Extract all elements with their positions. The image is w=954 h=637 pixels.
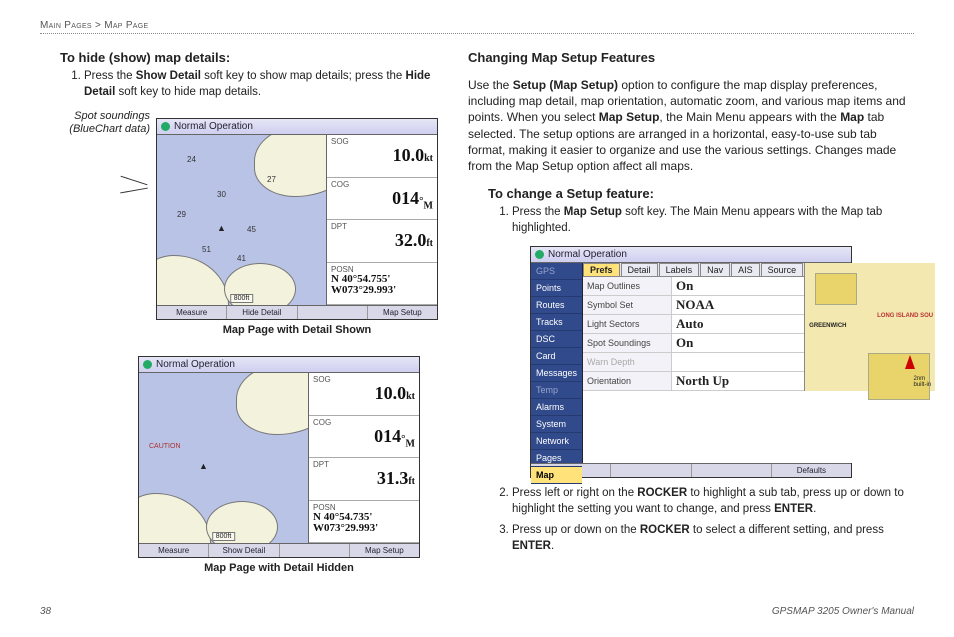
callout-arrow [120,176,150,226]
subtab-detail[interactable]: Detail [621,263,658,276]
sidebar-item[interactable]: Routes [531,297,582,314]
sidebar-item[interactable]: Temp [531,382,582,399]
manual-title: GPSMAP 3205 Owner's Manual [772,606,914,617]
dpt-value: 32.0 [395,230,427,250]
softkey-map-setup[interactable]: Map Setup [368,306,437,319]
posn-lat: N 40°54.755' [331,274,433,285]
hide-show-steps: Press the Show Detail soft key to show m… [84,69,438,100]
status-dot-icon [535,250,544,259]
setting-key: Light Sectors [583,315,672,333]
sidebar-item[interactable]: System [531,416,582,433]
subtab-ais[interactable]: AIS [731,263,760,276]
subtab-labels[interactable]: Labels [659,263,700,276]
setting-value[interactable]: On [672,277,804,295]
map-setup-screenshot: Normal Operation GPS Points Routes Track… [530,246,852,478]
preview-label: GREENWICH [809,323,846,329]
sidebar-item[interactable]: Points [531,280,582,297]
setting-key: Orientation [583,372,672,390]
softkey-show-detail[interactable]: Show Detail [209,544,279,557]
softkey-blank [531,464,611,477]
setting-value[interactable]: Auto [672,315,804,333]
setting-key: Spot Soundings [583,334,672,352]
sog-value: 10.0 [375,383,407,403]
fig2-caption: Map Page with Detail Hidden [120,562,438,574]
compass-icon [905,355,915,369]
softkey-defaults[interactable]: Defaults [772,464,851,477]
softkey-blank [611,464,691,477]
softkey-blank [692,464,772,477]
softkey-measure[interactable]: Measure [157,306,227,319]
setting-value [672,353,804,371]
map-canvas: 24 30 45 51 29 27 41 ▲ 800ft [157,135,326,305]
intro-paragraph: Use the Setup (Map Setup) option to conf… [468,77,914,174]
subtab-source[interactable]: Source [761,263,804,276]
dpt-unit: ft [426,238,433,249]
to-change-setup-heading: To change a Setup feature: [488,186,914,201]
sog-unit: kt [424,153,433,164]
posn-lon: W073°29.993' [331,285,433,296]
cog-unit: M [406,438,415,449]
frame-title: Normal Operation [548,249,627,260]
sog-value: 10.0 [393,145,425,165]
txt: (BlueChart data) [40,123,150,136]
setting-value[interactable]: North Up [672,372,804,390]
data-panel: SOG10.0kt COG014°M DPT31.3ft POSNN 40°54… [308,373,419,543]
softkey-blank [280,544,350,557]
hide-show-heading: To hide (show) map details: [60,50,438,65]
setting-value[interactable]: NOAA [672,296,804,314]
sidebar-item[interactable]: DSC [531,331,582,348]
page-footer: 38 GPSMAP 3205 Owner's Manual [40,606,914,617]
txt: Press the [84,70,136,82]
txt: Spot soundings [40,110,150,123]
subtab-nav[interactable]: Nav [700,263,730,276]
softkey-blank [298,306,368,319]
txt: soft key to hide map details. [115,86,261,98]
setting-key: Map Outlines [583,277,672,295]
posn-lon: W073°29.993' [313,523,415,534]
posn-lat: N 40°54.735' [313,512,415,523]
softkey-map-setup[interactable]: Map Setup [350,544,419,557]
map-page-detail-hidden: Normal Operation ▲ CAUTION 800ft SOG10.0… [138,356,420,558]
sidebar-item[interactable]: Messages [531,365,582,382]
subtab-bar: Prefs Detail Labels Nav AIS Source [583,263,804,277]
breadcrumb: Main Pages > Map Page [40,20,914,34]
data-panel: SOG10.0kt COG014°M DPT32.0ft POSNN 40°54… [326,135,437,305]
change-setup-steps-cont: Press left or right on the ROCKER to hig… [512,486,914,554]
sidebar-item[interactable]: Tracks [531,314,582,331]
subtab-prefs[interactable]: Prefs [583,263,620,276]
dpt-unit: ft [408,476,415,487]
sidebar-item[interactable]: GPS [531,263,582,280]
setting-key: Warn Depth [583,353,672,371]
preview-label: LONG ISLAND SOU [877,313,933,319]
setting-value[interactable]: On [672,334,804,352]
spot-soundings-label: Spot soundings (BlueChart data) [40,110,150,136]
setting-key: Symbol Set [583,296,672,314]
cog-unit: M [424,200,433,211]
softkey-measure[interactable]: Measure [139,544,209,557]
status-dot-icon [143,360,152,369]
page-number: 38 [40,606,51,617]
frame-title: Normal Operation [174,121,253,132]
status-dot-icon [161,122,170,131]
fig1-caption: Map Page with Detail Shown [156,324,438,336]
map-canvas: ▲ CAUTION 800ft [139,373,308,543]
softkey-hide-detail[interactable]: Hide Detail [227,306,297,319]
change-setup-steps: Press the Map Setup soft key. The Main M… [512,205,914,236]
sidebar-item[interactable]: Network [531,433,582,450]
sidebar-item[interactable]: Alarms [531,399,582,416]
show-detail-label: Show Detail [136,70,201,82]
changing-map-setup-heading: Changing Map Setup Features [468,50,914,65]
main-menu-sidebar: GPS Points Routes Tracks DSC Card Messag… [531,263,583,463]
map-page-detail-shown: Normal Operation 24 30 45 51 29 27 [156,118,438,320]
dpt-value: 31.3 [377,468,409,488]
sog-unit: kt [406,391,415,402]
txt: soft key to show map details; press the [201,70,406,82]
cog-value: 014 [392,188,419,208]
sidebar-item[interactable]: Card [531,348,582,365]
frame-title: Normal Operation [156,359,235,370]
map-preview: GREENWICH LONG ISLAND SOU 2nmbuilt-in [804,263,935,391]
cog-value: 014 [374,426,401,446]
